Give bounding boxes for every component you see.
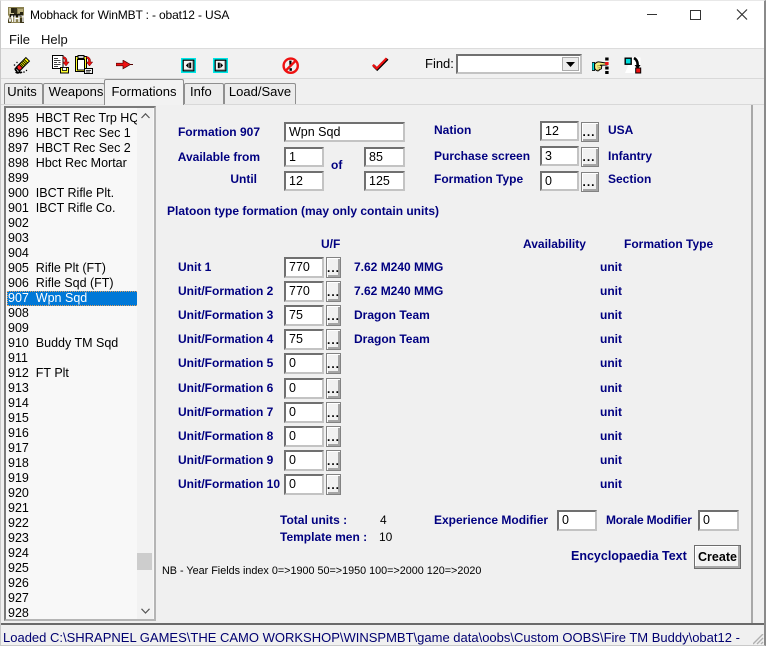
svg-text:MHT: MHT [8,14,24,23]
